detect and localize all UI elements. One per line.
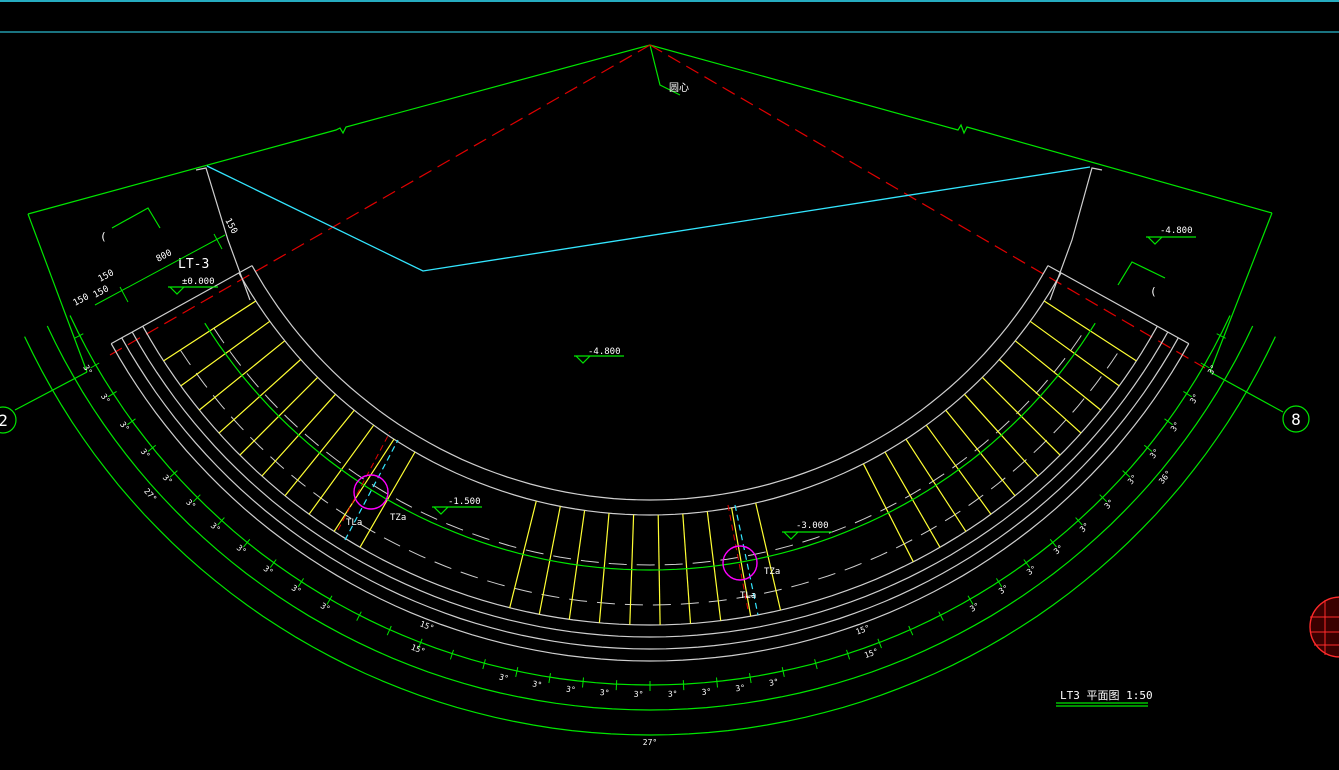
- landing-symbol-right: (: [1117, 261, 1166, 298]
- angle-step-left-8: 3°: [262, 564, 275, 577]
- angle-step-mid-2: 3°: [565, 685, 576, 695]
- dim-150-a: 150: [97, 268, 116, 284]
- dim-150-c: 150: [72, 292, 91, 308]
- level-mid-right: -3.000: [796, 521, 829, 531]
- angle-step-mid-3: 3°: [600, 688, 610, 698]
- level-center: -4.800: [588, 347, 621, 357]
- dim-tick: [781, 666, 785, 678]
- level-marker-top-right: -4.800: [1146, 226, 1196, 245]
- dim-tick: [615, 680, 618, 691]
- landing-symbol-left: (: [100, 207, 161, 243]
- stair-walls: [110, 167, 1190, 662]
- angle-step-right-1: 3°: [997, 583, 1010, 596]
- angle-step-mid-6: 3°: [701, 687, 711, 697]
- angle-step-mid-4: 3°: [634, 690, 644, 699]
- dim-tick: [548, 673, 551, 684]
- angle-step-right-8: 3°: [1169, 420, 1182, 433]
- wall-arc-1: [238, 272, 1062, 516]
- angle-step-mid-7: 3°: [735, 683, 746, 693]
- axis-label-right: 8: [1291, 410, 1301, 429]
- svg-text:(: (: [1150, 285, 1157, 298]
- level-top-right: -4.800: [1160, 226, 1193, 236]
- svg-text:(: (: [100, 230, 107, 243]
- right-landing-wall: [1049, 167, 1103, 301]
- angle-landing-d: 15°: [863, 647, 880, 660]
- wall-arc-2: [142, 325, 1158, 626]
- dim-tick: [846, 649, 851, 660]
- angle-step-mid-5: 3°: [668, 689, 678, 698]
- angle-step-left-3: 3°: [139, 447, 152, 460]
- stair-label: LT-3: [178, 257, 209, 272]
- drawing-title: LT3 平面图 1:50: [1060, 689, 1153, 702]
- dim-tick: [449, 649, 454, 660]
- drawing-title-block: LT3 平面图 1:50: [1056, 689, 1153, 707]
- wall-dash-0: [213, 327, 1087, 566]
- axis-marker-2: 2: [0, 406, 17, 434]
- stair-treads: [163, 300, 1137, 625]
- dim-tick: [515, 666, 519, 678]
- dim-tick: [582, 677, 584, 688]
- angle-outer-total: 27°: [643, 738, 657, 747]
- tl-label-left: TLa: [346, 518, 362, 528]
- cad-viewport[interactable]: 2 8 3° 3° 3° 3° 3° 3° 3° 3° 3° 3° 3° 3° 3° 3° 3° 3° 3° 3°…: [0, 0, 1339, 770]
- dim-tick: [482, 659, 486, 670]
- dim-tick: [749, 673, 752, 684]
- dim-tick: [716, 677, 718, 688]
- section-cut-line: [206, 165, 1091, 272]
- tz-label-right: TZa: [764, 567, 780, 577]
- angle-step-right-9: 3°: [1188, 392, 1201, 405]
- angle-step-right-7: 3°: [1148, 447, 1161, 460]
- angle-step-left-9: 3°: [290, 583, 303, 596]
- axis-label-left: 2: [0, 411, 8, 430]
- angle-step-left-10: 3°: [319, 601, 332, 614]
- angle-step-right-2: 3°: [1025, 564, 1038, 577]
- level-top-left: ±0.000: [182, 277, 215, 287]
- walk-line: [204, 322, 1096, 571]
- center-label: 圆心: [669, 82, 689, 94]
- angle-step-mid-8: 3°: [768, 677, 779, 688]
- angle-step-right-10: 3°: [1206, 363, 1219, 376]
- dim-150-d: 150: [222, 217, 238, 236]
- level-marker-mid-left: -1.500: [432, 497, 482, 515]
- landing-wall-1: [1047, 265, 1190, 345]
- dim-arc-1: [46, 325, 1254, 711]
- north-arrow-icon: [1309, 596, 1339, 658]
- dim-800: 800: [155, 248, 174, 264]
- dim-tick: [682, 680, 685, 691]
- outline-boundary: [14, 44, 1284, 413]
- dimension-group-top-left: 800 150 150 150 150: [72, 217, 239, 309]
- tl-label-right: TLa: [740, 591, 756, 601]
- tz-label-left: TZa: [390, 513, 406, 523]
- level-marker-top-left: ±0.000: [168, 277, 218, 295]
- wall-arc-4: [121, 337, 1179, 650]
- dim-tick: [814, 659, 818, 670]
- level-marker-center: -4.800: [574, 347, 624, 364]
- angle-mid-left: 27°: [142, 487, 158, 504]
- angle-step-right-0: 3°: [968, 601, 981, 614]
- level-mid-left: -1.500: [448, 497, 481, 507]
- angle-step-mid-0: 3°: [498, 672, 509, 683]
- angle-step-left-2: 3°: [118, 420, 131, 433]
- angle-landing-b: 15°: [410, 643, 427, 657]
- wall-arc-0: [251, 265, 1049, 501]
- radial-centerlines: [109, 44, 1206, 369]
- angle-step-left-7: 3°: [235, 543, 248, 556]
- wall-arc-5: [110, 343, 1190, 662]
- wall-dash-1: [179, 349, 1121, 606]
- wall-arc-3: [131, 331, 1169, 638]
- angle-step-mid-1: 3°: [532, 679, 543, 690]
- dim-arc-2: [24, 336, 1276, 736]
- angle-step-right-3: 3°: [1052, 543, 1065, 556]
- axis-marker-8: 8: [1282, 405, 1310, 433]
- angle-step-left-1: 3°: [99, 392, 112, 405]
- level-marker-mid-right: -3.000: [782, 521, 832, 540]
